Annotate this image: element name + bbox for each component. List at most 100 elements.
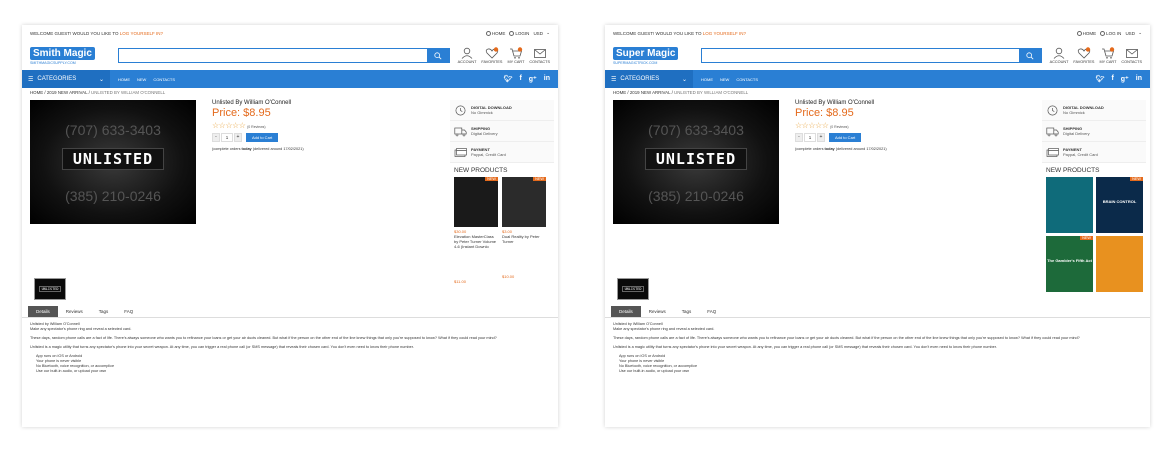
login-label: LOGIN: [515, 30, 530, 36]
currency-select[interactable]: USD ⌄: [533, 30, 550, 36]
contacts-button[interactable]: CONTACTS: [1121, 47, 1142, 64]
google-plus-icon[interactable]: g⁺: [529, 75, 537, 83]
new-product-name[interactable]: Dual Reality by Peter Turner: [502, 234, 546, 244]
breadcrumb-section[interactable]: 2019 NEW ARRIVAL: [630, 90, 671, 95]
nav-item-new[interactable]: NEW: [137, 77, 146, 82]
new-product-item[interactable]: NEW $30.00 Elevation MasterClass by Peter …: [454, 177, 498, 284]
twitter-icon[interactable]: 🐦︎: [1096, 75, 1105, 83]
qty-minus-button[interactable]: -: [795, 133, 803, 142]
tab-reviews[interactable]: Reviews: [58, 306, 91, 317]
qty-minus-button[interactable]: -: [212, 133, 220, 142]
twitter-icon[interactable]: 🐦︎: [504, 75, 513, 83]
product-price: Price: $8.95: [795, 107, 854, 119]
new-product-item[interactable]: NEW $3.00 Dual Reality by Peter Turner $10.…: [502, 177, 546, 284]
account-button[interactable]: ACCOUNT: [1050, 47, 1068, 64]
new-product-image[interactable]: [1096, 236, 1143, 292]
home-link[interactable]: HOME: [1076, 30, 1096, 36]
tab-tags[interactable]: Tags: [674, 306, 700, 317]
currency-select[interactable]: USD ⌄: [1125, 30, 1142, 36]
note-suffix: (delivered around 17/02/2021): [251, 147, 304, 151]
logo-subtitle: SUPERMAGICTRICK.COM: [613, 60, 658, 65]
facebook-icon[interactable]: f: [519, 75, 521, 83]
product-description: Unlisted by William O'Connell Make any sp…: [22, 318, 558, 378]
logo-subtitle: SMITHMAGICSUPPLY.COM: [30, 60, 76, 65]
product-image[interactable]: (707) 633-3403 UNLISTED (385) 210-0246: [30, 100, 196, 224]
breadcrumb-home[interactable]: HOME: [30, 90, 43, 95]
new-product-tile-label: BRAIN CONTROL: [1102, 199, 1137, 204]
breadcrumb-home[interactable]: HOME: [613, 90, 626, 95]
new-product-price-secondary: $10.00: [502, 274, 515, 279]
facebook-icon[interactable]: f: [1111, 75, 1113, 83]
account-label: ACCOUNT: [457, 60, 477, 64]
breadcrumb-section[interactable]: 2019 NEW ARRIVAL: [47, 90, 88, 95]
nav-item-home[interactable]: HOME: [118, 77, 130, 82]
search-icon: [434, 51, 442, 59]
search-input[interactable]: [702, 49, 1019, 62]
login-link[interactable]: LOG YOURSELF IN?: [703, 31, 746, 36]
google-plus-icon[interactable]: g⁺: [1121, 75, 1129, 83]
linkedin-icon[interactable]: in: [544, 75, 550, 83]
stars-icon: ☆☆☆☆☆: [212, 121, 246, 130]
categories-menu[interactable]: ☰ CATEGORIES ⌄: [22, 70, 110, 88]
add-to-cart-button[interactable]: Add to Cart: [246, 133, 279, 142]
favorites-button[interactable]: FAVORITES: [481, 47, 502, 64]
product-thumbnail[interactable]: UNLISTED: [617, 278, 649, 300]
new-product-image[interactable]: NEW BRAIN CONTROL: [1096, 177, 1143, 233]
nav-item-contacts[interactable]: CONTACTS: [153, 77, 175, 82]
new-product-image[interactable]: NEW: [454, 177, 498, 227]
breadcrumb-current: UNLISTED BY WILLIAM O'CONNELL: [91, 90, 166, 95]
new-product-name[interactable]: Elevation MasterClass by Peter Turner Vo…: [454, 234, 498, 249]
login-link[interactable]: LOG YOURSELF IN?: [120, 31, 163, 36]
categories-menu[interactable]: ☰ CATEGORIES ⌄: [605, 70, 693, 88]
account-button[interactable]: ACCOUNT: [457, 47, 477, 64]
new-product-image[interactable]: [1046, 177, 1093, 233]
rating-stars[interactable]: ☆☆☆☆☆ (0 Reviews): [795, 121, 1036, 130]
product-image[interactable]: (707) 633-3403 UNLISTED (385) 210-0246: [613, 100, 779, 224]
qty-input[interactable]: 1: [804, 133, 816, 142]
search-button[interactable]: [426, 49, 449, 62]
contacts-button[interactable]: CONTACTS: [529, 47, 550, 64]
categories-label: CATEGORIES: [620, 76, 660, 82]
categories-label: CATEGORIES: [37, 76, 77, 82]
rating-stars[interactable]: ☆☆☆☆☆ (0 Reviews): [212, 121, 444, 130]
tab-details[interactable]: Details: [28, 306, 58, 317]
home-link[interactable]: HOME: [485, 30, 505, 36]
tab-faq[interactable]: FAQ: [116, 306, 141, 317]
cart-label: MY CART: [1099, 60, 1117, 64]
tab-details[interactable]: Details: [611, 306, 641, 317]
login-top-link[interactable]: LOG IN: [1100, 30, 1121, 36]
product-area: (707) 633-3403 UNLISTED (385) 210-0246 U…: [22, 98, 558, 307]
feature-desc: No Gimmick: [471, 110, 493, 115]
qty-plus-button[interactable]: +: [817, 133, 825, 142]
favorites-button[interactable]: FAVORITES: [1073, 47, 1094, 64]
login-top-link[interactable]: LOGIN: [509, 30, 530, 36]
cart-button[interactable]: MY CART: [1099, 47, 1116, 64]
tab-tags[interactable]: Tags: [91, 306, 117, 317]
search-input[interactable]: [119, 49, 427, 62]
nav-item-contacts[interactable]: CONTACTS: [736, 77, 758, 82]
nav-item-new[interactable]: NEW: [720, 77, 729, 82]
credit-card-icon: [454, 147, 467, 157]
new-product-image[interactable]: NEW The Gambler's Fifth Act: [1046, 236, 1093, 292]
qty-input[interactable]: 1: [221, 133, 233, 142]
logo[interactable]: Super Magic SUPERMAGICTRICK.COM: [613, 46, 693, 65]
cart-icon: [509, 47, 523, 59]
search-button[interactable]: [1018, 49, 1041, 62]
logo[interactable]: Smith Magic SMITHMAGICSUPPLY.COM: [30, 46, 110, 65]
header: Super Magic SUPERMAGICTRICK.COM ACCOUNT …: [605, 41, 1150, 70]
feature-desc: Paypal, Credit Card: [1063, 152, 1098, 157]
new-product-image[interactable]: NEW: [502, 177, 546, 227]
image-phone-bottom: (385) 210-0246: [65, 188, 161, 204]
tab-faq[interactable]: FAQ: [699, 306, 724, 317]
linkedin-icon[interactable]: in: [1136, 75, 1142, 83]
top-links: HOME LOG IN USD ⌄: [1076, 30, 1142, 36]
cart-button[interactable]: MY CART: [507, 47, 524, 64]
contacts-label: CONTACTS: [529, 60, 550, 64]
qty-plus-button[interactable]: +: [234, 133, 242, 142]
nav-item-home[interactable]: HOME: [701, 77, 713, 82]
menu-icon: ☰: [611, 76, 617, 83]
add-to-cart-button[interactable]: Add to Cart: [829, 133, 862, 142]
tab-reviews[interactable]: Reviews: [641, 306, 674, 317]
product-thumbnail[interactable]: UNLISTED: [34, 278, 66, 300]
feature-desc: Digital Delivery: [1063, 131, 1090, 136]
